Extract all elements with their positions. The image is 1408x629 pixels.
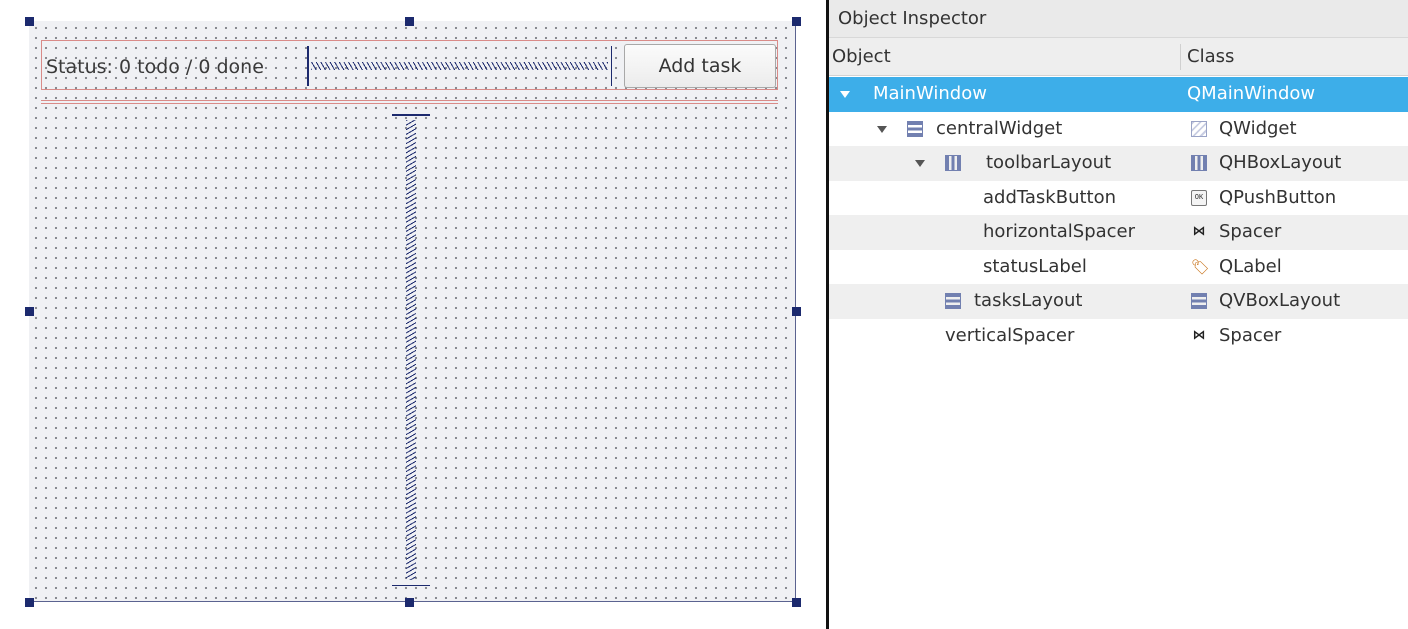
resize-handle-left[interactable] <box>25 307 34 316</box>
spacer-cap-right <box>610 46 612 86</box>
class-name: QMainWindow <box>1187 83 1316 104</box>
object-name: statusLabel <box>983 255 1087 277</box>
push-button-icon: OK <box>1191 189 1207 206</box>
class-name: Spacer <box>1219 221 1282 242</box>
class-name: Spacer <box>1219 324 1282 346</box>
spacer-cap-left <box>307 46 309 86</box>
spacer-cap-top <box>392 114 430 116</box>
spacer-icon: ⋈ <box>1192 224 1206 239</box>
resize-handle-right[interactable] <box>792 307 801 316</box>
designer-canvas[interactable]: Status: 0 todo / 0 done Add task <box>0 0 826 629</box>
hbox-layout-icon <box>1191 155 1207 171</box>
resize-handle-top-left[interactable] <box>25 17 34 26</box>
tasks-layout-frame[interactable] <box>41 100 778 104</box>
spacer-cap-bottom <box>392 584 430 586</box>
object-name: verticalSpacer <box>945 324 1075 346</box>
resize-handle-top-right[interactable] <box>792 17 801 26</box>
spacer-spring <box>406 120 416 580</box>
tree-row-addtaskbutton[interactable]: addTaskButton OK QPushButton <box>829 181 1408 216</box>
resize-handle-bottom[interactable] <box>405 598 414 607</box>
column-header-class[interactable]: Class <box>1184 38 1234 76</box>
class-name: QPushButton <box>1219 186 1337 208</box>
tree-header: Object Class <box>829 38 1408 76</box>
class-name: QVBoxLayout <box>1219 290 1341 311</box>
tree-row-mainwindow[interactable]: MainWindow QMainWindow <box>829 77 1408 112</box>
expand-arrow-icon[interactable] <box>840 91 850 98</box>
hbox-layout-icon <box>945 155 961 171</box>
column-separator[interactable] <box>1180 44 1181 70</box>
object-name: tasksLayout <box>974 290 1083 311</box>
vbox-layout-icon <box>1191 293 1207 309</box>
class-name: QWidget <box>1219 117 1297 139</box>
vbox-layout-icon <box>945 293 961 309</box>
vertical-spacer[interactable] <box>392 114 430 586</box>
object-name: addTaskButton <box>983 186 1117 208</box>
resize-handle-bottom-right[interactable] <box>792 598 801 607</box>
object-name: horizontalSpacer <box>983 221 1136 242</box>
tree-row-taskslayout[interactable]: tasksLayout QVBoxLayout <box>829 284 1408 319</box>
resize-handle-top[interactable] <box>405 17 414 26</box>
tree-row-statuslabel[interactable]: statusLabel 🏷 QLabel <box>829 250 1408 285</box>
horizontal-spacer[interactable] <box>307 46 612 86</box>
tree-row-verticalspacer[interactable]: verticalSpacer ⋈ Spacer <box>829 319 1408 354</box>
class-name: QLabel <box>1219 255 1282 277</box>
tree-row-toolbarlayout[interactable]: toolbarLayout QHBoxLayout <box>829 146 1408 181</box>
expand-arrow-icon[interactable] <box>877 125 887 133</box>
object-name: centralWidget <box>936 117 1063 139</box>
tree-row-horizontalspacer[interactable]: horizontalSpacer ⋈ Spacer <box>829 215 1408 250</box>
add-task-button[interactable]: Add task <box>624 44 776 88</box>
label-tag-icon: 🏷 <box>1191 257 1211 276</box>
object-name: MainWindow <box>873 83 987 104</box>
class-name: QHBoxLayout <box>1219 152 1342 173</box>
expand-arrow-icon[interactable] <box>915 160 925 167</box>
vbox-layout-icon <box>907 120 923 137</box>
tree-row-centralwidget[interactable]: centralWidget QWidget <box>829 112 1408 147</box>
column-header-object[interactable]: Object <box>832 38 891 76</box>
object-inspector-panel: Object Inspector Object Class MainWindow… <box>829 0 1408 629</box>
panel-title: Object Inspector <box>829 0 1408 38</box>
resize-handle-bottom-left[interactable] <box>25 598 34 607</box>
widget-icon <box>1191 120 1207 137</box>
spacer-icon: ⋈ <box>1192 327 1206 343</box>
status-label[interactable]: Status: 0 todo / 0 done <box>46 53 264 81</box>
spacer-spring <box>311 62 608 70</box>
object-name: toolbarLayout <box>986 152 1112 173</box>
object-tree: MainWindow QMainWindow centralWidget QWi… <box>829 77 1408 353</box>
